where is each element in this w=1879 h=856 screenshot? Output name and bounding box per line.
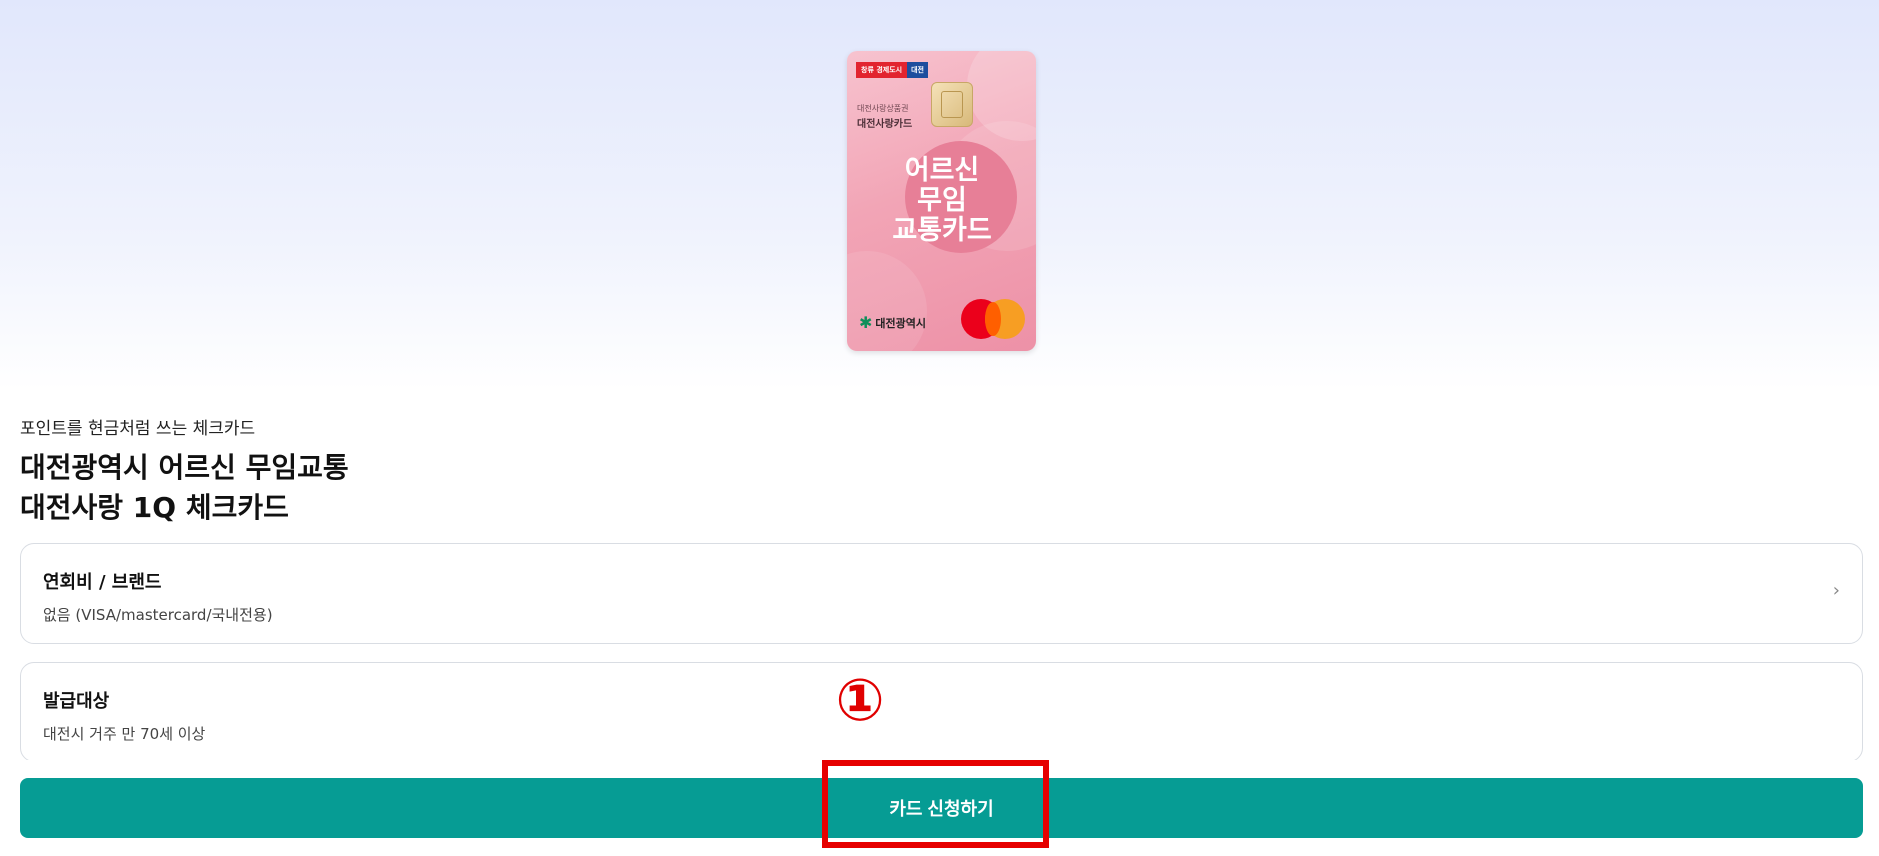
highlight-box bbox=[822, 760, 1049, 848]
card-badge-blue: 대전 bbox=[907, 62, 928, 78]
product-title-line2: 대전사랑 1Q 체크카드 bbox=[20, 491, 289, 524]
product-subtitle: 포인트를 현금처럼 쓰는 체크카드 bbox=[20, 419, 256, 439]
card-badge-red: 창류 경제도시 bbox=[856, 62, 908, 78]
card-image: 창류 경제도시 대전 대전사랑상품권 대전사랑카드 어르신 무임 교통카드 ✱ … bbox=[847, 51, 1036, 351]
card-sub-label: 대전사랑상품권 bbox=[857, 104, 909, 113]
info-value: 대전시 거주 만 70세 이상 bbox=[43, 725, 206, 743]
city-emblem-icon: ✱ bbox=[859, 313, 873, 332]
card-sub-label-bold: 대전사랑카드 bbox=[857, 119, 913, 130]
chevron-right-icon: › bbox=[1832, 580, 1840, 601]
mastercard-icon bbox=[961, 299, 1025, 339]
issue-target-row: 발급대상 대전시 거주 만 70세 이상 bbox=[20, 662, 1863, 762]
annual-fee-brand-row[interactable]: 연회비 / 브랜드 없음 (VISA/mastercard/국내전용) › bbox=[20, 543, 1863, 644]
card-decoration bbox=[847, 251, 927, 351]
card-badge: 창류 경제도시 대전 bbox=[856, 62, 928, 78]
step-marker: ① bbox=[835, 666, 885, 734]
info-label: 연회비 / 브랜드 bbox=[43, 572, 162, 593]
product-title: 대전광역시 어르신 무임교통 대전사랑 1Q 체크카드 bbox=[20, 448, 349, 528]
product-title-line1: 대전광역시 어르신 무임교통 bbox=[20, 451, 349, 484]
info-label: 발급대상 bbox=[43, 691, 110, 712]
card-title: 어르신 무임 교통카드 bbox=[892, 155, 992, 246]
city-logo-text: 대전광역시 bbox=[875, 317, 927, 330]
city-logo: ✱ 대전광역시 bbox=[859, 315, 926, 331]
card-chip-icon bbox=[931, 82, 973, 127]
info-value: 없음 (VISA/mastercard/국내전용) bbox=[43, 606, 273, 624]
